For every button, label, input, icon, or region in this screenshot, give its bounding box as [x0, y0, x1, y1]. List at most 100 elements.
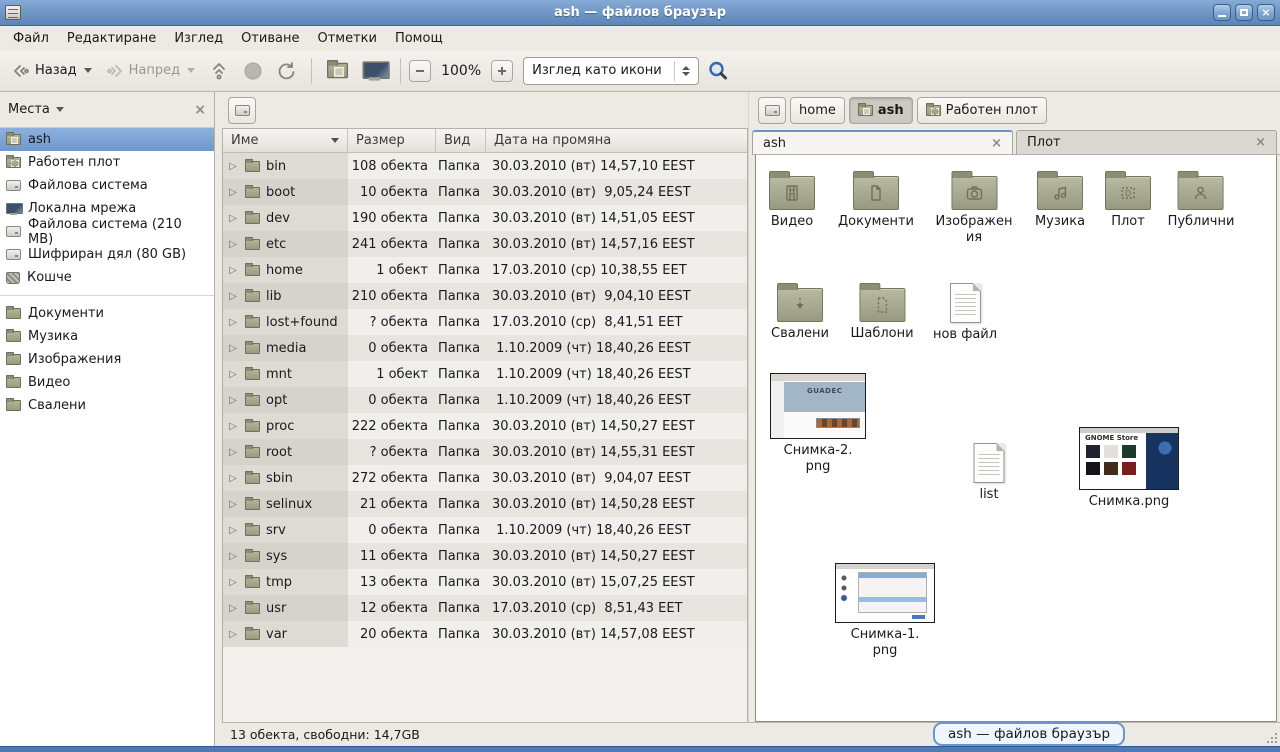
- expander-icon[interactable]: ▷: [227, 317, 239, 328]
- icon-view-item-desktop[interactable]: D Плот: [1105, 169, 1151, 230]
- breadcrumb-home[interactable]: home: [790, 97, 845, 124]
- expander-icon[interactable]: ▷: [227, 525, 239, 536]
- tree-row-boot[interactable]: ▷ boot 10 обекта Папка 30.03.2010 (вт) 9…: [223, 179, 747, 205]
- expander-icon[interactable]: ▷: [227, 421, 239, 432]
- sidebar-item-documents[interactable]: Документи: [0, 302, 214, 325]
- expander-icon[interactable]: ▷: [227, 551, 239, 562]
- column-header-size[interactable]: Размер: [348, 129, 436, 152]
- sidebar-item-music[interactable]: Музика: [0, 325, 214, 348]
- resize-grip[interactable]: [1266, 732, 1278, 744]
- forward-history-chevron-icon[interactable]: [187, 68, 195, 73]
- tree-row-sys[interactable]: ▷ sys 11 обекта Папка 30.03.2010 (вт) 14…: [223, 543, 747, 569]
- expander-icon[interactable]: ▷: [227, 629, 239, 640]
- sidebar-item-desktop[interactable]: Работен плот: [0, 151, 214, 174]
- sidebar-item-downloads[interactable]: Свалени: [0, 394, 214, 417]
- sidebar-item-filesystem-210mb[interactable]: Файлова система (210 MB): [0, 220, 214, 243]
- back-button[interactable]: Назад: [6, 57, 98, 85]
- sidebar-item-pictures[interactable]: Изображения: [0, 348, 214, 371]
- column-header-kind[interactable]: Вид: [436, 129, 486, 152]
- tree-row-selinux[interactable]: ▷ selinux 21 обекта Папка 30.03.2010 (вт…: [223, 491, 747, 517]
- tree-row-media[interactable]: ▷ media 0 обекта Папка 1.10.2009 (чт) 18…: [223, 335, 747, 361]
- expander-icon[interactable]: ▷: [227, 603, 239, 614]
- tab-close-icon[interactable]: ×: [991, 136, 1002, 151]
- menu-help[interactable]: Помощ: [386, 29, 452, 48]
- column-header-name[interactable]: Име: [223, 129, 348, 152]
- sidebar-item-ash[interactable]: ash: [0, 128, 214, 151]
- expander-icon[interactable]: ▷: [227, 213, 239, 224]
- tree-row-opt[interactable]: ▷ opt 0 обекта Папка 1.10.2009 (чт) 18,4…: [223, 387, 747, 413]
- zoom-out-button[interactable]: [409, 60, 431, 82]
- computer-button[interactable]: [357, 60, 392, 82]
- tree-row-lost+found[interactable]: ▷ lost+found ? обекта Папка 17.03.2010 (…: [223, 309, 747, 335]
- icon-view-item-public[interactable]: Публични: [1168, 169, 1235, 230]
- expander-icon[interactable]: ▷: [227, 239, 239, 250]
- icon-view-item-list[interactable]: list: [974, 443, 1005, 503]
- breadcrumb-ash[interactable]: ash: [849, 97, 913, 124]
- tree-row-dev[interactable]: ▷ dev 190 обекта Папка 30.03.2010 (вт) 1…: [223, 205, 747, 231]
- tree-row-mnt[interactable]: ▷ mnt 1 обект Папка 1.10.2009 (чт) 18,40…: [223, 361, 747, 387]
- sidebar-item-video[interactable]: Видео: [0, 371, 214, 394]
- icon-view-item-snimka2[interactable]: Снимка-2. png: [770, 373, 866, 474]
- breadcrumb-root-button[interactable]: [228, 97, 256, 124]
- expander-icon[interactable]: ▷: [227, 265, 239, 276]
- menu-bookmarks[interactable]: Отметки: [308, 29, 385, 48]
- back-history-chevron-icon[interactable]: [84, 68, 92, 73]
- sidebar-splitter[interactable]: [215, 92, 222, 746]
- expander-icon[interactable]: ▷: [227, 291, 239, 302]
- icon-view-item-templates[interactable]: Шаблони: [850, 281, 913, 342]
- tree-row-home[interactable]: ▷ home 1 обект Папка 17.03.2010 (ср) 10,…: [223, 257, 747, 283]
- tree-row-lib[interactable]: ▷ lib 210 обекта Папка 30.03.2010 (вт) 9…: [223, 283, 747, 309]
- view-mode-select[interactable]: Изглед като икони: [523, 57, 699, 85]
- icon-view-item-newfile[interactable]: нов файл: [933, 283, 997, 343]
- icon-view-item-video[interactable]: Видео: [769, 169, 815, 230]
- breadcrumb-root[interactable]: [758, 97, 786, 124]
- tree-row-sbin[interactable]: ▷ sbin 272 обекта Папка 30.03.2010 (вт) …: [223, 465, 747, 491]
- reload-button[interactable]: [271, 56, 303, 86]
- up-button[interactable]: [203, 55, 235, 87]
- breadcrumb-desktop[interactable]: Работен плот: [917, 97, 1047, 124]
- tree-row-var[interactable]: ▷ var 20 обекта Папка 30.03.2010 (вт) 14…: [223, 621, 747, 647]
- tab-ash[interactable]: ash ×: [752, 130, 1013, 154]
- menu-view[interactable]: Изглед: [165, 29, 232, 48]
- home-button[interactable]: [320, 60, 355, 81]
- expander-icon[interactable]: ▷: [227, 473, 239, 484]
- taskbar-window-bubble[interactable]: ash — файлов браузър: [933, 722, 1125, 746]
- tree-row-usr[interactable]: ▷ usr 12 обекта Папка 17.03.2010 (ср) 8,…: [223, 595, 747, 621]
- expander-icon[interactable]: ▷: [227, 395, 239, 406]
- expander-icon[interactable]: ▷: [227, 369, 239, 380]
- expander-icon[interactable]: ▷: [227, 499, 239, 510]
- tree-row-root[interactable]: ▷ root ? обекта Папка 30.03.2010 (вт) 14…: [223, 439, 747, 465]
- icon-view-item-documents[interactable]: Документи: [838, 169, 914, 230]
- sidebar-close-icon[interactable]: ×: [194, 102, 206, 118]
- close-button[interactable]: ×: [1257, 4, 1275, 21]
- search-button[interactable]: [701, 55, 735, 87]
- sidebar-item-trash[interactable]: Кошче: [0, 266, 214, 289]
- sidebar-header-chevron-icon[interactable]: [56, 107, 64, 112]
- tree-row-proc[interactable]: ▷ proc 222 обекта Папка 30.03.2010 (вт) …: [223, 413, 747, 439]
- expander-icon[interactable]: ▷: [227, 447, 239, 458]
- icon-view-item-downloads[interactable]: Свалени: [771, 281, 829, 342]
- expander-icon[interactable]: ▷: [227, 161, 239, 172]
- tree-row-etc[interactable]: ▷ etc 241 обекта Папка 30.03.2010 (вт) 1…: [223, 231, 747, 257]
- tab-close-icon[interactable]: ×: [1255, 135, 1266, 150]
- stop-button[interactable]: [237, 56, 269, 86]
- tab-plot[interactable]: Плот ×: [1016, 130, 1277, 154]
- sidebar-item-filesystem[interactable]: Файлова система: [0, 174, 214, 197]
- maximize-button[interactable]: [1235, 4, 1253, 21]
- icon-view-item-music[interactable]: Музика: [1035, 169, 1085, 230]
- tree-row-bin[interactable]: ▷ bin 108 обекта Папка 30.03.2010 (вт) 1…: [223, 153, 747, 179]
- sidebar-header[interactable]: Места: [8, 102, 50, 117]
- menu-file[interactable]: Файл: [4, 29, 58, 48]
- zoom-in-button[interactable]: [491, 60, 513, 82]
- title-bar[interactable]: ash — файлов браузър ×: [0, 0, 1280, 26]
- minimize-button[interactable]: [1213, 4, 1231, 21]
- tree-row-tmp[interactable]: ▷ tmp 13 обекта Папка 30.03.2010 (вт) 15…: [223, 569, 747, 595]
- expander-icon[interactable]: ▷: [227, 577, 239, 588]
- menu-go[interactable]: Отиване: [232, 29, 308, 48]
- icon-view-item-images[interactable]: Изображен ия: [935, 169, 1012, 245]
- expander-icon[interactable]: ▷: [227, 343, 239, 354]
- menu-edit[interactable]: Редактиране: [58, 29, 165, 48]
- forward-button[interactable]: Напред: [100, 57, 201, 85]
- icon-view-item-snimka1[interactable]: Снимка-1. png: [835, 563, 935, 658]
- expander-icon[interactable]: ▷: [227, 187, 239, 198]
